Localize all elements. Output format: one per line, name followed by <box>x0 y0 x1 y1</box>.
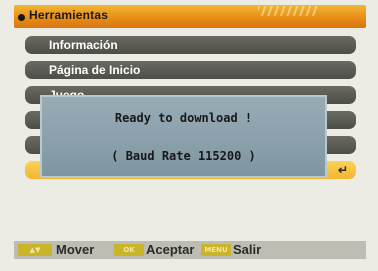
page-title: Herramientas <box>29 8 109 22</box>
dialog-message: Ready to download ! <box>114 111 253 125</box>
menu-item-informacion[interactable]: Información <box>25 36 356 54</box>
bullet-icon <box>18 14 25 21</box>
baud-rate-text: ( Baud Rate 115200 ) <box>111 149 256 163</box>
move-hint: Mover <box>56 242 95 257</box>
menu-key-icon: MENU <box>201 244 231 256</box>
menu-item-label: Información <box>49 38 118 52</box>
download-dialog: Ready to download ! ( Baud Rate 115200 ) <box>40 95 327 178</box>
menu-item-pagina-de-inicio[interactable]: Página de Inicio <box>25 61 356 79</box>
exit-hint: Salir <box>233 242 262 257</box>
screen: Herramientas Información Página de Inici… <box>0 0 378 271</box>
accept-hint: Aceptar <box>146 242 195 257</box>
title-decoration <box>258 6 318 16</box>
up-down-key-icon: ▲▼ <box>18 244 52 256</box>
enter-icon: ↵ <box>337 163 348 177</box>
ok-key-icon: OK <box>114 244 144 256</box>
menu-item-label: Página de Inicio <box>49 63 141 77</box>
